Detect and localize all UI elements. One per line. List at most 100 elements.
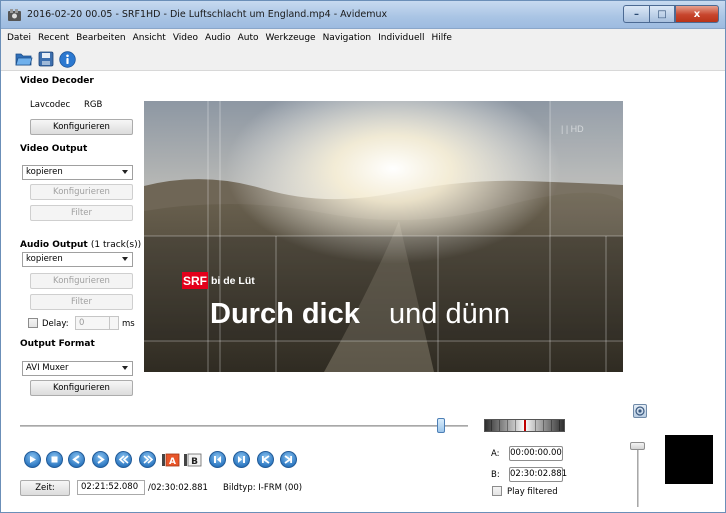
volume-slider-thumb[interactable] (630, 442, 645, 450)
volume-icon[interactable] (633, 404, 647, 418)
chevron-down-icon (122, 366, 128, 370)
next-black-frame-button[interactable] (233, 451, 250, 468)
set-marker-a-icon: A (162, 453, 180, 467)
marker-a-time[interactable]: 00:00:00.00 (509, 446, 563, 461)
info-icon[interactable] (58, 50, 76, 68)
save-disk-icon[interactable] (37, 50, 55, 68)
menu-werkzeuge[interactable]: Werkzeuge (266, 33, 316, 43)
decoder-format-label: RGB (84, 100, 103, 110)
close-button[interactable]: x (675, 5, 719, 23)
rewind-button[interactable] (115, 451, 132, 468)
menu-video[interactable]: Video (173, 33, 198, 43)
previous-black-frame-button[interactable] (209, 451, 226, 468)
seek-slider-track[interactable] (20, 425, 468, 427)
menu-individuell[interactable]: Individuell (378, 33, 424, 43)
stop-button[interactable] (46, 451, 63, 468)
audio-output-title-text: Audio Output (20, 240, 88, 250)
current-time-field[interactable]: 02:21:52.080 (77, 480, 145, 495)
total-time-label: /02:30:02.881 (148, 483, 208, 493)
output-format-configure-button[interactable]: Konfigurieren (30, 380, 133, 396)
set-marker-b-icon: B (184, 453, 202, 467)
output-format-title: Output Format (20, 339, 95, 349)
play-filtered-label: Play filtered (507, 487, 558, 497)
volume-slider-track[interactable] (637, 447, 639, 507)
decoder-configure-button[interactable]: Konfigurieren (30, 119, 133, 135)
svg-text:B: B (191, 457, 198, 467)
delay-spinbox[interactable]: 0 (75, 316, 119, 330)
menu-bar: Datei Recent Bearbeiten Ansicht Video Au… (1, 29, 725, 46)
audio-output-title: Audio Output (1 track(s)) (20, 240, 141, 250)
channel-watermark: | | HD (561, 124, 584, 134)
output-format-select[interactable]: AVI Muxer (22, 361, 133, 376)
menu-datei[interactable]: Datei (7, 33, 31, 43)
audio-track-count: (1 track(s)) (90, 240, 142, 250)
app-window: 2016-02-20 00.05 - SRF1HD - Die Luftschl… (0, 0, 726, 513)
video-output-select[interactable]: kopieren (22, 165, 133, 180)
output-format-selected: AVI Muxer (26, 363, 69, 373)
next-frame-button[interactable] (92, 451, 109, 468)
show-title-light: und dünn (389, 298, 510, 330)
video-output-title: Video Output (20, 144, 88, 154)
stop-icon (51, 456, 58, 463)
audio-output-selected: kopieren (26, 254, 63, 264)
goto-start-button[interactable] (257, 451, 274, 468)
maximize-button[interactable]: □ (649, 5, 675, 23)
open-folder-icon[interactable] (15, 50, 33, 68)
play-button[interactable] (24, 451, 41, 468)
zeit-button[interactable]: Zeit: (20, 480, 70, 496)
settings-panel: Video Decoder Lavcodec RGB Konfigurieren… (1, 71, 143, 401)
video-output-configure-button[interactable]: Konfigurieren (30, 184, 133, 200)
marker-b-time[interactable]: 02:30:02.881 (509, 467, 567, 482)
menu-hilfe[interactable]: Hilfe (431, 33, 451, 43)
menu-bearbeiten[interactable]: Bearbeiten (76, 33, 125, 43)
goto-start-icon (262, 455, 270, 464)
audio-filter-button[interactable]: Filter (30, 294, 133, 310)
delay-checkbox[interactable] (28, 318, 38, 328)
show-prefix-text: bi de Lüt (211, 275, 255, 287)
avidemux-app-icon (8, 9, 21, 21)
fast-forward-button[interactable] (139, 451, 156, 468)
window-title: 2016-02-20 00.05 - SRF1HD - Die Luftschl… (27, 9, 388, 20)
jog-shuttle[interactable] (484, 419, 565, 432)
marker-a-label: A: (491, 449, 500, 459)
title-bar[interactable]: 2016-02-20 00.05 - SRF1HD - Die Luftschl… (1, 1, 725, 29)
play-icon (30, 456, 36, 463)
mini-preview (665, 435, 713, 484)
video-output-selected: kopieren (26, 167, 63, 177)
minimize-button[interactable]: – (623, 5, 649, 23)
chevron-down-icon (122, 257, 128, 261)
spin-arrows-icon[interactable] (109, 317, 118, 329)
show-title-bold: Durch dick (210, 298, 361, 330)
previous-frame-icon (72, 455, 80, 464)
delay-label: Delay: (42, 319, 69, 329)
set-marker-a-button[interactable]: A (162, 451, 180, 468)
svg-text:A: A (169, 457, 176, 467)
jog-center-marker (524, 420, 526, 431)
video-filter-button[interactable]: Filter (30, 205, 133, 221)
toolbar (1, 46, 725, 71)
menu-navigation[interactable]: Navigation (323, 33, 372, 43)
audio-output-select[interactable]: kopieren (22, 252, 133, 267)
delay-unit-label: ms (122, 319, 135, 329)
menu-recent[interactable]: Recent (38, 33, 69, 43)
frame-type-label: Bildtyp: I-FRM (00) (223, 483, 303, 493)
goto-end-button[interactable] (280, 451, 297, 468)
previous-black-frame-icon (214, 456, 221, 463)
delay-value: 0 (79, 318, 85, 328)
menu-ansicht[interactable]: Ansicht (133, 33, 166, 43)
menu-audio[interactable]: Audio (205, 33, 231, 43)
menu-auto[interactable]: Auto (238, 33, 259, 43)
audio-output-configure-button[interactable]: Konfigurieren (30, 273, 133, 289)
fast-forward-icon (142, 455, 153, 464)
marker-b-label: B: (491, 470, 500, 480)
video-decoder-title: Video Decoder (20, 76, 94, 86)
next-black-frame-icon (238, 456, 245, 463)
rewind-icon (118, 455, 129, 464)
decoder-codec-label: Lavcodec (30, 100, 71, 110)
chevron-down-icon (122, 170, 128, 174)
set-marker-b-button[interactable]: B (184, 451, 202, 468)
play-filtered-checkbox[interactable] (492, 486, 502, 496)
seek-slider-thumb[interactable] (437, 418, 446, 433)
previous-frame-button[interactable] (68, 451, 85, 468)
goto-end-icon (284, 455, 292, 464)
